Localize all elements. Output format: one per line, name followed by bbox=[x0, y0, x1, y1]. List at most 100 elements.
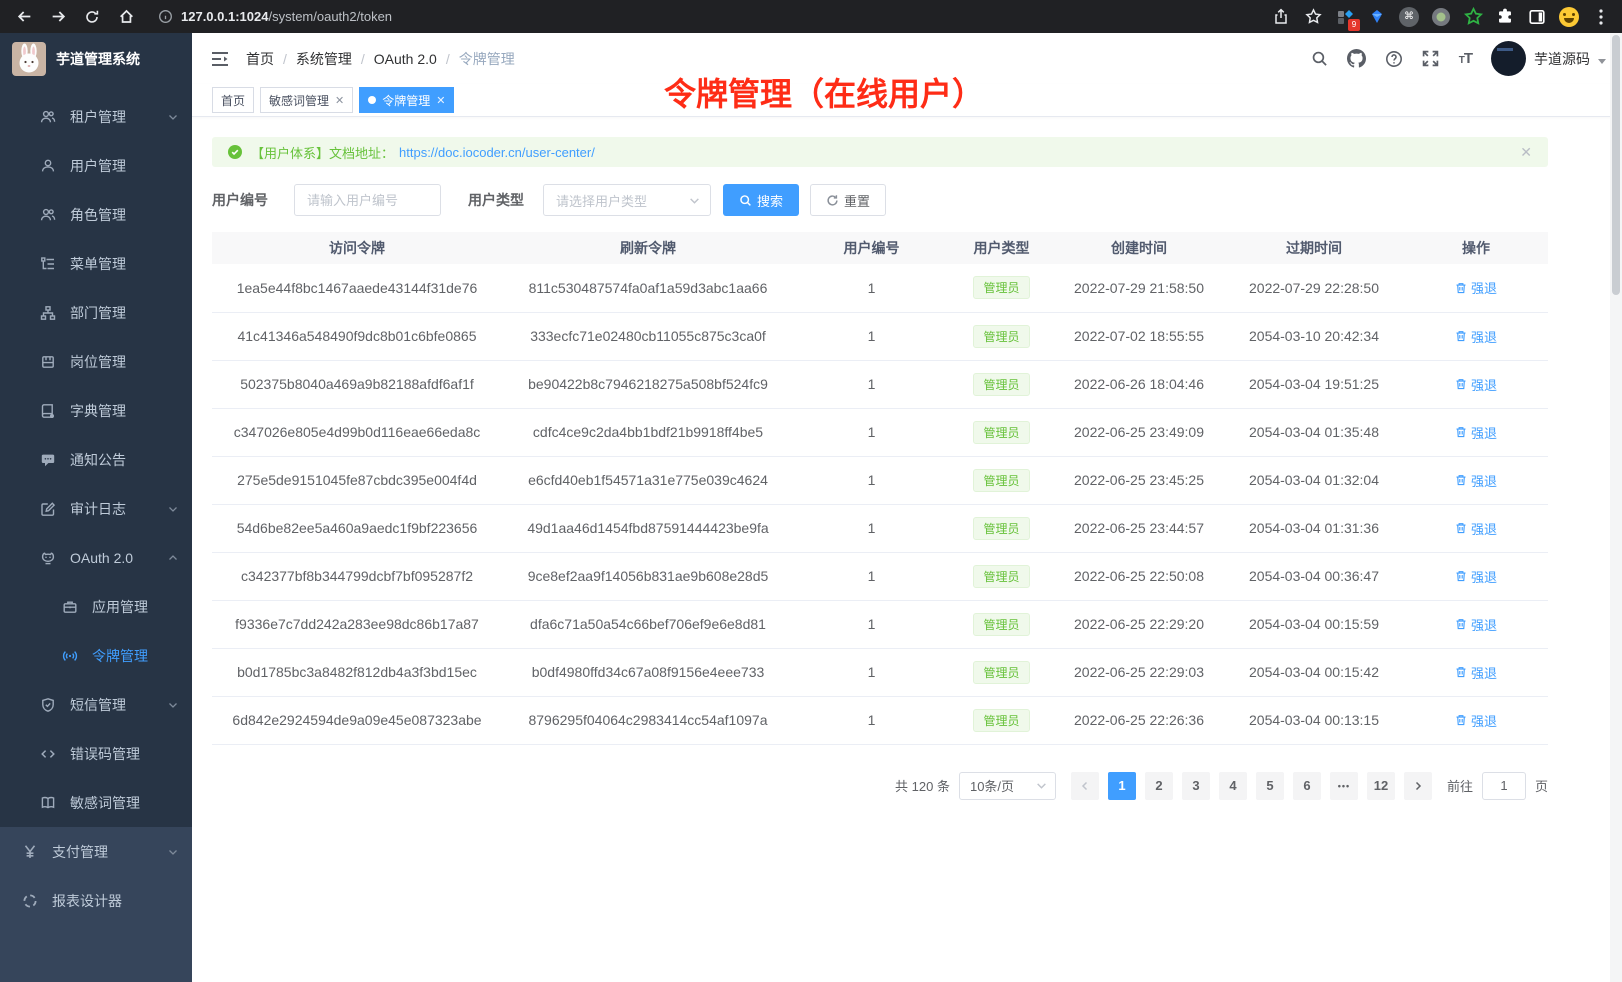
alert-close-icon[interactable]: ✕ bbox=[1520, 144, 1532, 161]
page-button-6[interactable]: 6 bbox=[1293, 772, 1321, 800]
page-button-12[interactable]: 12 bbox=[1367, 772, 1395, 800]
gem-extension-icon[interactable] bbox=[1366, 6, 1388, 28]
side-panel-icon[interactable] bbox=[1526, 6, 1548, 28]
next-page-button[interactable] bbox=[1404, 772, 1432, 800]
sidebar-item-report-designer[interactable]: 报表设计器 bbox=[0, 876, 192, 925]
browser-scrollbar[interactable] bbox=[1610, 33, 1622, 982]
sensitive-words-icon bbox=[40, 795, 56, 811]
goto-page-input[interactable] bbox=[1482, 772, 1526, 800]
close-tab-icon[interactable]: ✕ bbox=[335, 94, 344, 107]
force-logout-button[interactable]: 强退 bbox=[1455, 278, 1497, 297]
command-extension-icon[interactable]: ⌘ bbox=[1398, 6, 1420, 28]
back-icon[interactable] bbox=[10, 4, 38, 30]
sidebar-item-oauth[interactable]: OAuth 2.0 bbox=[0, 533, 192, 582]
force-logout-button[interactable]: 强退 bbox=[1455, 423, 1497, 442]
tab-home[interactable]: 首页 bbox=[212, 87, 254, 113]
breadcrumb-system[interactable]: 系统管理 bbox=[296, 49, 352, 69]
trash-icon bbox=[1455, 618, 1467, 630]
force-logout-button[interactable]: 强退 bbox=[1455, 615, 1497, 634]
alert-text: 【用户体系】文档地址： bbox=[251, 143, 394, 162]
close-tab-icon[interactable]: ✕ bbox=[436, 94, 445, 107]
doc-alert: 【用户体系】文档地址： https://doc.iocoder.cn/user-… bbox=[212, 137, 1548, 167]
sidebar-item-role[interactable]: 角色管理 bbox=[0, 190, 192, 239]
search-button[interactable]: 搜索 bbox=[723, 184, 799, 216]
font-size-icon[interactable]: TT bbox=[1459, 50, 1472, 67]
page-ellipsis[interactable]: ••• bbox=[1330, 772, 1358, 800]
page-size-select[interactable]: 10条/页 bbox=[959, 772, 1056, 800]
github-icon[interactable] bbox=[1348, 50, 1366, 68]
sidebar-item-tenant[interactable]: 租户管理 bbox=[0, 92, 192, 141]
fullscreen-icon[interactable] bbox=[1422, 50, 1440, 68]
page-button-5[interactable]: 5 bbox=[1256, 772, 1284, 800]
page-button-1[interactable]: 1 bbox=[1108, 772, 1136, 800]
token-table: 访问令牌 刷新令牌 用户编号 用户类型 创建时间 过期时间 操作 1ea5e44… bbox=[212, 232, 1548, 745]
scrollbar-thumb[interactable] bbox=[1612, 35, 1620, 295]
table-row: c347026e805e4d99b0d116eae66eda8c cdfc4ce… bbox=[212, 408, 1548, 456]
puzzle-extensions-icon[interactable] bbox=[1494, 6, 1516, 28]
force-logout-button[interactable]: 强退 bbox=[1455, 567, 1497, 586]
tab-token-management[interactable]: 令牌管理 ✕ bbox=[359, 87, 454, 113]
forward-icon[interactable] bbox=[44, 4, 72, 30]
chevron-down-icon bbox=[168, 504, 178, 514]
breadcrumb-home[interactable]: 首页 bbox=[246, 49, 274, 69]
sidebar-item-post[interactable]: 岗位管理 bbox=[0, 337, 192, 386]
doc-link[interactable]: https://doc.iocoder.cn/user-center/ bbox=[399, 145, 595, 160]
col-user-type: 用户类型 bbox=[949, 232, 1054, 264]
sidebar-item-sensitive-words[interactable]: 敏感词管理 bbox=[0, 778, 192, 827]
sidebar-item-user[interactable]: 用户管理 bbox=[0, 141, 192, 190]
force-logout-button[interactable]: 强退 bbox=[1455, 711, 1497, 730]
force-logout-button[interactable]: 强退 bbox=[1455, 327, 1497, 346]
force-logout-button[interactable]: 强退 bbox=[1455, 375, 1497, 394]
sidebar-item-error-code[interactable]: 错误码管理 bbox=[0, 729, 192, 778]
table-row: 1ea5e44f8bc1467aaede43144f31de76 811c530… bbox=[212, 264, 1548, 312]
search-icon[interactable] bbox=[1311, 50, 1329, 68]
force-logout-button[interactable]: 强退 bbox=[1455, 471, 1497, 490]
notice-icon bbox=[40, 452, 56, 468]
user-id-input[interactable] bbox=[294, 184, 441, 216]
page-button-3[interactable]: 3 bbox=[1182, 772, 1210, 800]
breadcrumb-oauth[interactable]: OAuth 2.0 bbox=[374, 51, 437, 67]
user-type-select[interactable]: 请选择用户类型 bbox=[543, 184, 711, 216]
extension-grid-icon[interactable]: 9 bbox=[1334, 6, 1356, 28]
green-star-extension-icon[interactable] bbox=[1462, 6, 1484, 28]
force-logout-button[interactable]: 强退 bbox=[1455, 663, 1497, 682]
roles-icon bbox=[40, 207, 56, 223]
emoji-extension-icon[interactable] bbox=[1558, 6, 1580, 28]
reset-button[interactable]: 重置 bbox=[810, 184, 886, 216]
sidebar-item-sms[interactable]: 短信管理 bbox=[0, 680, 192, 729]
prev-page-button bbox=[1071, 772, 1099, 800]
share-icon[interactable] bbox=[1270, 6, 1292, 28]
user-menu[interactable]: 芋道源码 bbox=[1491, 41, 1606, 76]
search-icon bbox=[739, 194, 752, 207]
url-text: 127.0.0.1:1024/system/oauth2/token bbox=[181, 9, 392, 24]
col-actions: 操作 bbox=[1404, 232, 1548, 264]
app-logo[interactable]: 芋道管理系统 bbox=[0, 33, 192, 84]
help-icon[interactable] bbox=[1385, 50, 1403, 68]
dot-extension-icon[interactable] bbox=[1430, 6, 1452, 28]
audit-log-icon bbox=[40, 501, 56, 517]
trash-icon bbox=[1455, 282, 1467, 294]
oauth-icon bbox=[40, 550, 56, 566]
force-logout-button[interactable]: 强退 bbox=[1455, 519, 1497, 538]
address-bar[interactable]: 127.0.0.1:1024/system/oauth2/token bbox=[158, 9, 1264, 24]
menu-tree-icon bbox=[40, 256, 56, 272]
reload-icon[interactable] bbox=[78, 4, 106, 30]
goto-suffix: 页 bbox=[1535, 776, 1548, 795]
tab-sensitive-words[interactable]: 敏感词管理 ✕ bbox=[260, 87, 353, 113]
sidebar-item-menu[interactable]: 菜单管理 bbox=[0, 239, 192, 288]
sidebar-item-notice[interactable]: 通知公告 bbox=[0, 435, 192, 484]
browser-menu-icon[interactable] bbox=[1590, 6, 1612, 28]
page-button-2[interactable]: 2 bbox=[1145, 772, 1173, 800]
report-designer-icon bbox=[22, 893, 38, 909]
sidebar-item-oauth-app[interactable]: 应用管理 bbox=[0, 582, 192, 631]
col-refresh-token: 刷新令牌 bbox=[502, 232, 794, 264]
sidebar-item-audit-log[interactable]: 审计日志 bbox=[0, 484, 192, 533]
sidebar-item-oauth-token[interactable]: 令牌管理 bbox=[0, 631, 192, 680]
bookmark-star-icon[interactable] bbox=[1302, 6, 1324, 28]
sidebar-item-dict[interactable]: 字典管理 bbox=[0, 386, 192, 435]
sidebar-item-payment[interactable]: 支付管理 bbox=[0, 827, 192, 876]
collapse-sidebar-icon[interactable] bbox=[210, 49, 230, 69]
home-icon[interactable] bbox=[112, 4, 140, 30]
page-button-4[interactable]: 4 bbox=[1219, 772, 1247, 800]
sidebar-item-dept[interactable]: 部门管理 bbox=[0, 288, 192, 337]
